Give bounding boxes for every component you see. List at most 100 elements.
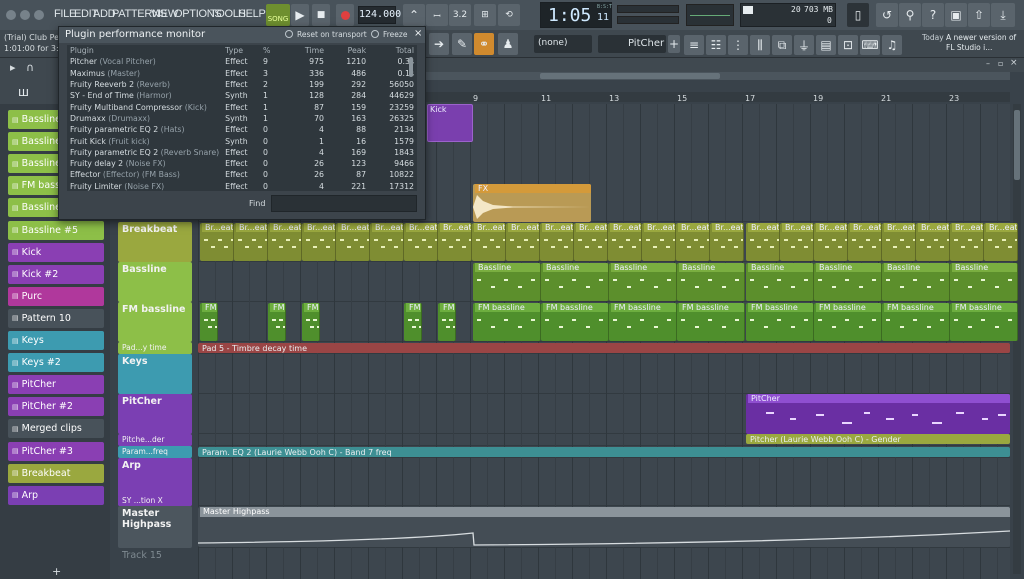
pattern-selector[interactable]: (none) xyxy=(534,35,592,53)
pattern-clip[interactable]: Br...eat xyxy=(848,223,882,261)
pattern-clip[interactable]: Br...eat xyxy=(984,223,1018,261)
clip-pitcher-automation[interactable]: Pitcher (Laurie Webb Ooh C) - Gender xyxy=(746,434,1010,444)
pattern-clip[interactable]: Br...eat xyxy=(370,223,404,261)
pattern-clip[interactable]: Br...eat xyxy=(916,223,950,261)
horizontal-scrollbar[interactable] xyxy=(420,72,1010,80)
mixer-view-button[interactable]: ⫼ xyxy=(750,35,770,55)
clip-fx[interactable]: FX xyxy=(473,184,591,222)
channelrack-view-button[interactable]: ⋮ xyxy=(728,35,748,55)
tempo-tap-button[interactable]: ▯ xyxy=(847,3,869,27)
pattern-clip[interactable]: Bassline xyxy=(473,263,541,301)
pattern-clip[interactable]: Br...eat xyxy=(234,223,268,261)
pattern-clip[interactable]: Br...eat xyxy=(302,223,336,261)
record-button[interactable] xyxy=(336,4,354,26)
channel-item[interactable]: ▤ Pattern 10 xyxy=(8,308,104,328)
clip-master-highpass[interactable]: Master Highpass xyxy=(198,507,1010,547)
master-volume-slider[interactable] xyxy=(617,16,679,24)
channel-item[interactable]: ▤ Purc xyxy=(8,286,104,306)
track-header-breakbeat[interactable]: Breakbeat xyxy=(118,222,192,262)
pattern-clip[interactable]: Br...eat xyxy=(814,223,848,261)
snap-arrow-button[interactable]: ➔ xyxy=(429,33,449,55)
help-button[interactable]: ? xyxy=(922,3,944,27)
lane-keys[interactable] xyxy=(198,354,1010,394)
add-track-plus-icon[interactable]: + xyxy=(52,565,61,578)
pattern-clip[interactable]: Bassline xyxy=(814,263,882,301)
channel-item[interactable]: ▤ Breakbeat xyxy=(8,463,104,483)
browser-view-button[interactable]: ⧉ xyxy=(772,35,792,55)
pattern-clip[interactable]: Br...eat xyxy=(268,223,302,261)
pattern-clip[interactable]: Br...eat xyxy=(780,223,814,261)
pattern-clip[interactable]: FM bassline xyxy=(200,303,218,341)
col-type[interactable]: Type xyxy=(222,45,260,56)
pattern-clip[interactable]: Br...eat xyxy=(608,223,642,261)
download-button[interactable]: ⤓ xyxy=(991,3,1015,27)
touch-keyboard-button[interactable]: ⌨ xyxy=(860,35,880,55)
track-header-15[interactable]: Track 15 xyxy=(118,548,192,561)
news-text[interactable]: A newer version of FL Studio i... xyxy=(946,33,1020,53)
link-button[interactable]: ⚭ xyxy=(474,33,494,55)
pattern-clip[interactable]: Br...eat xyxy=(506,223,540,261)
pattern-clip[interactable]: Br...eat xyxy=(472,223,506,261)
channel-item[interactable]: ▤ PitCher #2 xyxy=(8,397,104,417)
pattern-clip[interactable]: FM bassline xyxy=(302,303,320,341)
countdown-button[interactable]: 3.2 xyxy=(449,4,471,26)
track-header-keys[interactable]: Keys xyxy=(118,354,192,394)
pattern-clip[interactable]: Br...eat xyxy=(200,223,234,261)
clip-pitcher[interactable]: PitCher xyxy=(746,394,1010,434)
pattern-clip[interactable]: FM bassline xyxy=(404,303,422,341)
clip-kick[interactable]: Kick xyxy=(427,104,473,142)
track-header-pitcher[interactable]: PitCher xyxy=(118,394,192,434)
track-header-pitcher-auto1[interactable]: Pitche...der xyxy=(118,434,192,446)
lane-track15[interactable] xyxy=(198,548,1010,579)
track-header-pitcher-auto2[interactable]: Param...freq xyxy=(118,446,192,458)
pattern-clip[interactable]: FM bassline xyxy=(541,303,609,341)
col-percent[interactable]: % xyxy=(260,45,287,56)
pattern-clip[interactable]: FM bassline xyxy=(438,303,456,341)
pattern-clip[interactable]: Br...eat xyxy=(746,223,780,261)
reset-radio[interactable] xyxy=(285,30,293,38)
loop-record-button[interactable]: ⟲ xyxy=(498,4,520,26)
window-minimize-dot[interactable] xyxy=(20,10,30,20)
pattern-clip[interactable]: FM bassline xyxy=(268,303,286,341)
pattern-clip[interactable]: Br...eat xyxy=(710,223,744,261)
song-position-display[interactable]: 1:05 11 B:S:T xyxy=(540,2,612,28)
pattern-clip[interactable]: FM bassline xyxy=(882,303,950,341)
tempo-display[interactable]: 124.000 xyxy=(358,6,401,24)
song-mode-toggle[interactable]: SONG xyxy=(266,4,290,26)
col-time[interactable]: Time xyxy=(287,45,327,56)
menu-file[interactable]: FILE xyxy=(54,8,76,20)
pattern-clip[interactable]: Bassline xyxy=(950,263,1018,301)
pattern-clip[interactable]: FM bassline xyxy=(746,303,814,341)
channel-item[interactable]: ▤ Arp xyxy=(8,485,104,505)
add-pattern-button[interactable]: + xyxy=(668,35,680,53)
plugin-row[interactable]: Fruity Limiter (Noise FX) Effect 0 4 221 1731… xyxy=(67,181,417,191)
pattern-clip[interactable]: FM bassline xyxy=(814,303,882,341)
channel-item[interactable]: ▤ PitCher xyxy=(8,375,104,395)
project-info-button[interactable]: ▤ xyxy=(816,35,836,55)
track-header-fm-auto[interactable]: Pad...y time xyxy=(118,342,192,354)
channel-item[interactable]: ▤ Keys xyxy=(8,331,104,350)
plugin-row[interactable]: Fruity Reeverb 2 (Reverb) Effect 2 199 292 56… xyxy=(67,79,417,90)
minimize-icon[interactable]: – xyxy=(986,59,990,68)
channel-item[interactable]: ▤ Merged clips xyxy=(8,419,104,439)
master-pitch-slider[interactable] xyxy=(617,5,679,13)
plugin-row[interactable]: Fruity Multiband Compressor (Kick) Effect… xyxy=(67,101,417,112)
vscroll-thumb[interactable] xyxy=(1014,110,1020,180)
wand-button[interactable]: ⚲ xyxy=(899,3,921,27)
clip-pad-automation[interactable]: Pad 5 - Timbre decay time xyxy=(198,343,1010,353)
plugin-row[interactable]: SY - End of Time (Harmor) Synth 1 128 284 446… xyxy=(67,90,417,101)
pattern-clip[interactable]: FM bassline xyxy=(950,303,1018,341)
draw-tool-button[interactable]: ✎ xyxy=(452,33,472,55)
scroll-thumb[interactable] xyxy=(540,73,720,79)
playlist-view-button[interactable]: ≡ xyxy=(684,35,704,55)
plugin-row[interactable]: Fruity parametric EQ 2 (Hats) Effect 0 4 88 2… xyxy=(67,124,417,135)
plugin-row[interactable]: Fruity delay 2 (Noise FX) Effect 0 26 123 946… xyxy=(67,158,417,169)
track-header-arp-auto[interactable]: SY ...tion X xyxy=(118,496,192,506)
menu-help[interactable]: HELP xyxy=(238,8,266,20)
pattern-clip[interactable]: Br...eat xyxy=(950,223,984,261)
clip-param-automation[interactable]: Param. EQ 2 (Laurie Webb Ooh C) - Band 7… xyxy=(198,447,1010,457)
window-close-dot[interactable] xyxy=(6,10,16,20)
wait-input-button[interactable]: ꟷ xyxy=(426,4,448,26)
pattern-clip[interactable]: FM bassline xyxy=(677,303,745,341)
undo-history-button[interactable]: ↺ xyxy=(876,3,898,27)
